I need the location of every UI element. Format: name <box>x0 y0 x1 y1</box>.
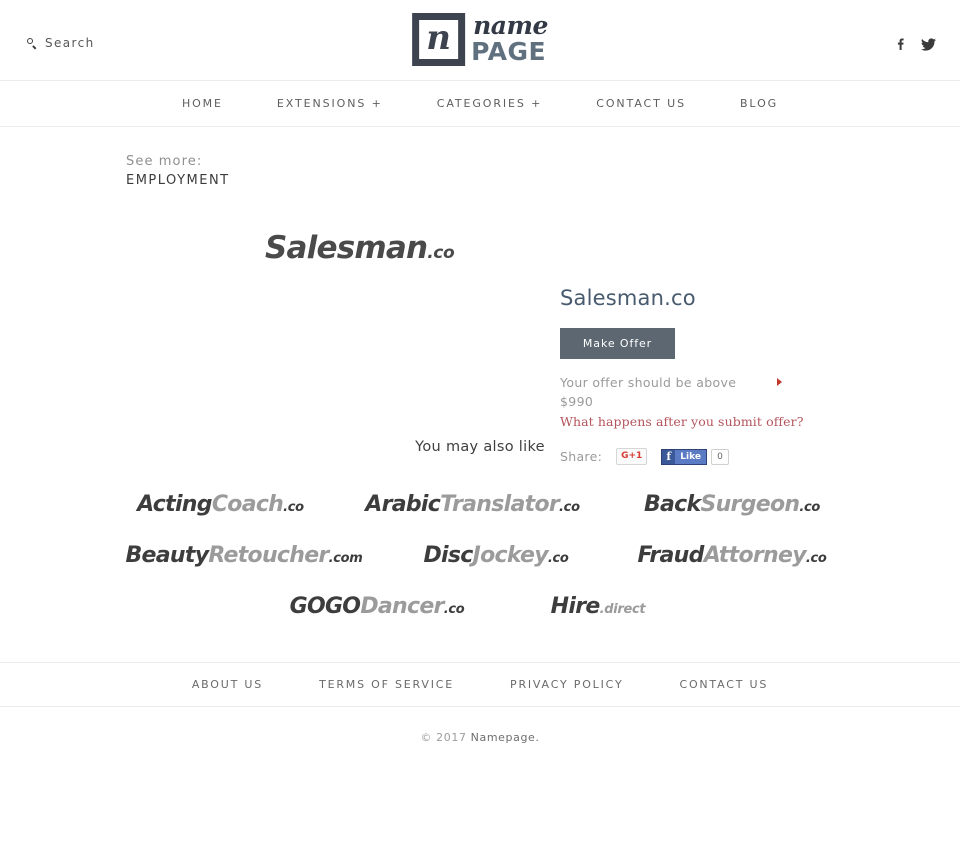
domain-tld: .direct <box>599 602 646 617</box>
search-button[interactable]: Search <box>27 36 95 50</box>
also-like-item[interactable]: ActingCoach.co <box>103 479 339 530</box>
domain-part-2: Translator <box>440 492 560 517</box>
domain-tld: .com <box>328 551 363 566</box>
logo-page-text: PAGE <box>471 37 547 66</box>
domain-tld: .co <box>547 551 569 566</box>
offer-minimum-row: Your offer should be above $990 <box>560 373 782 411</box>
also-like-item[interactable]: GOGODancer.co <box>259 581 495 632</box>
also-like-item[interactable]: BeautyRetoucher.com <box>101 530 387 581</box>
footer-link-contact-us[interactable]: CONTACT US <box>651 678 796 691</box>
header-social-links <box>892 36 936 52</box>
what-happens-link[interactable]: What happens after you submit offer? <box>560 414 804 429</box>
copyright-prefix: © 2017 <box>420 731 471 744</box>
also-like-item[interactable]: BackSurgeon.co <box>607 479 858 530</box>
main-navigation: HOME EXTENSIONS + CATEGORIES + CONTACT U… <box>0 81 960 127</box>
domain-part-1: GOGO <box>289 594 361 619</box>
product-logo-name: Salesman <box>265 230 428 266</box>
facebook-icon[interactable] <box>892 36 908 52</box>
domain-tld: .co <box>805 551 827 566</box>
see-more-category-link[interactable]: EMPLOYMENT <box>126 171 960 191</box>
nav-item-blog[interactable]: BLOG <box>713 97 805 110</box>
twitter-icon[interactable] <box>920 36 936 52</box>
domain-part-2: Jockey <box>472 543 549 568</box>
nav-item-home[interactable]: HOME <box>155 97 250 110</box>
product-logo-tld: .co <box>427 243 455 263</box>
domain-tld: .co <box>283 500 304 515</box>
also-like-grid: ActingCoach.co ArabicTranslator.co BackS… <box>0 479 960 632</box>
product-section: Salesman.co Salesman.co Make Offer Your … <box>0 191 960 465</box>
also-like-item[interactable]: FraudAttorney.co <box>605 530 859 581</box>
product-detail-panel: Salesman.co Make Offer Your offer should… <box>560 286 880 465</box>
site-logo[interactable]: n name PAGE <box>412 13 548 66</box>
share-label: Share: <box>560 449 603 464</box>
also-like-item[interactable]: Hire.direct <box>495 581 701 632</box>
logo-mark-letter: n <box>426 18 451 58</box>
domain-part-1: Fraud <box>637 543 704 568</box>
search-label: Search <box>45 36 95 50</box>
domain-tld: .co <box>443 602 465 617</box>
logo-mark-icon: n <box>412 13 466 66</box>
arrow-right-icon <box>777 378 782 386</box>
domain-part-1: Hire <box>550 594 601 619</box>
share-row: Share: G+1 f Like 0 <box>560 448 880 465</box>
domain-part-1: Disc <box>423 543 473 568</box>
domain-part-1: Arabic <box>365 492 441 517</box>
domain-part-2: Dancer <box>360 594 444 619</box>
footer-nav: ABOUT US TERMS OF SERVICE PRIVACY POLICY… <box>0 662 960 707</box>
nav-item-extensions[interactable]: EXTENSIONS + <box>250 97 410 110</box>
product-logo: Salesman.co <box>265 230 455 266</box>
facebook-like-button[interactable]: f Like <box>661 448 707 465</box>
domain-part-2: Retoucher <box>208 543 329 568</box>
nav-item-categories[interactable]: CATEGORIES + <box>410 97 570 110</box>
also-like-item[interactable]: DiscJockey.co <box>387 530 605 581</box>
also-like-item[interactable]: ArabicTranslator.co <box>339 479 607 530</box>
domain-part-1: Back <box>643 492 701 517</box>
facebook-f-icon: f <box>661 448 676 465</box>
top-header: Search n name PAGE <box>0 0 960 81</box>
domain-part-1: Beauty <box>125 543 209 568</box>
copyright-site-name: Namepage. <box>470 731 540 744</box>
copyright: © 2017 Namepage. <box>0 707 960 744</box>
logo-name-text: name <box>473 11 548 40</box>
domain-tld: .co <box>799 500 821 515</box>
logo-wordmark: name PAGE <box>471 13 548 64</box>
search-icon <box>27 37 38 49</box>
footer-link-terms-of-service[interactable]: TERMS OF SERVICE <box>291 678 482 691</box>
make-offer-button[interactable]: Make Offer <box>560 328 675 359</box>
nav-item-contact-us[interactable]: CONTACT US <box>569 97 713 110</box>
facebook-like-label: Like <box>675 448 707 465</box>
domain-part-2: Attorney <box>703 543 807 568</box>
footer-link-about-us[interactable]: ABOUT US <box>164 678 291 691</box>
footer-link-privacy-policy[interactable]: PRIVACY POLICY <box>482 678 651 691</box>
facebook-like-count: 0 <box>710 448 729 465</box>
see-more-block: See more: EMPLOYMENT <box>0 127 960 191</box>
domain-part-1: Acting <box>137 492 212 517</box>
see-more-label: See more: <box>126 154 203 169</box>
domain-tld: .co <box>559 500 580 515</box>
domain-part-2: Coach <box>211 492 284 517</box>
page-title: Salesman.co <box>560 286 696 310</box>
domain-part-2: Surgeon <box>700 492 800 517</box>
offer-minimum-note: Your offer should be above $990 <box>560 375 737 409</box>
google-plus-share-button[interactable]: G+1 <box>616 448 648 465</box>
